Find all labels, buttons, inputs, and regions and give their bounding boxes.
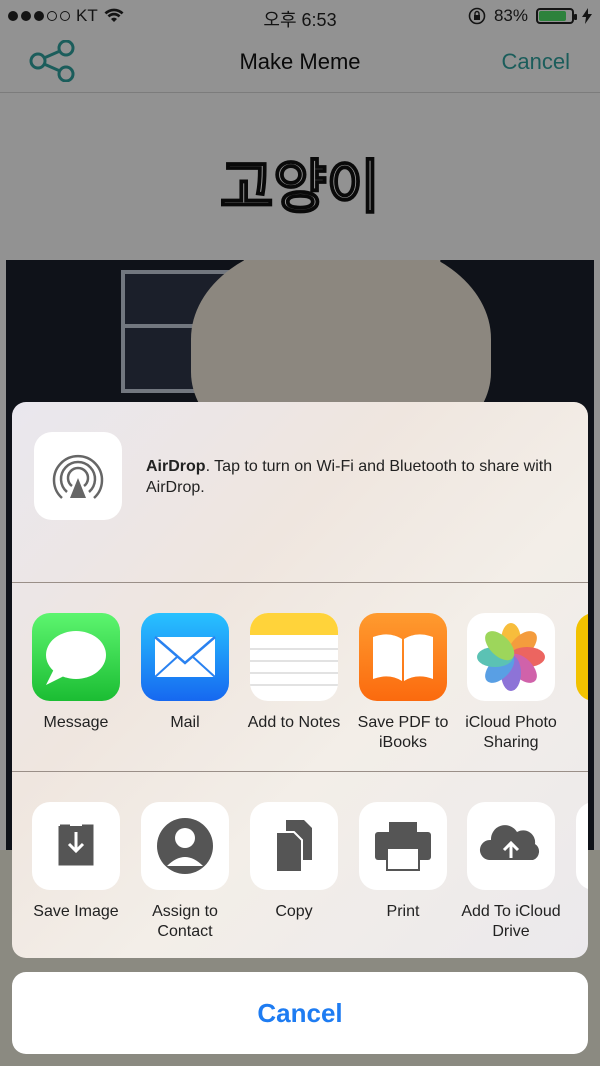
action-label: Copy	[275, 903, 313, 920]
action-label: Assign to Contact	[152, 903, 218, 940]
action-save-image[interactable]: Save Image	[22, 802, 130, 922]
cancel-button-label: Cancel	[257, 998, 343, 1028]
messages-icon[interactable]	[32, 613, 120, 701]
icloud-drive-icon[interactable]	[467, 802, 555, 890]
share-app-icloud-photos[interactable]: iCloud Photo Sharing	[457, 613, 565, 753]
print-icon[interactable]	[359, 802, 447, 890]
share-app-mail[interactable]: Mail	[131, 613, 239, 733]
airdrop-message: . Tap to turn on Wi-Fi and Bluetooth to …	[146, 458, 553, 496]
partial-app-icon[interactable]	[576, 613, 588, 701]
airdrop-section[interactable]: AirDrop. Tap to turn on Wi-Fi and Blueto…	[12, 402, 588, 583]
action-label: Add To iCloud Drive	[461, 903, 561, 940]
action-icloud-drive[interactable]: Add To iCloud Drive	[457, 802, 565, 942]
action-copy[interactable]: Copy	[240, 802, 348, 922]
copy-icon[interactable]	[250, 802, 338, 890]
share-actions-row: Save Image Assign to Contact Copy Print …	[12, 772, 588, 958]
cancel-button[interactable]: Cancel	[12, 972, 588, 1054]
share-app-label: Message	[43, 714, 109, 731]
notes-icon[interactable]	[250, 613, 338, 701]
action-label: Print	[386, 903, 420, 920]
share-app-partial[interactable]: K	[566, 613, 588, 733]
save-image-icon[interactable]	[32, 802, 120, 890]
share-apps-row: Message Mail Add to Notes Save PDF to iB…	[12, 583, 588, 772]
airdrop-title: AirDrop	[146, 458, 206, 475]
assign-contact-icon[interactable]	[141, 802, 229, 890]
mail-icon[interactable]	[141, 613, 229, 701]
share-app-label: K	[566, 713, 588, 733]
share-app-message[interactable]: Message	[22, 613, 130, 733]
action-label: Save Image	[33, 903, 119, 920]
airdrop-icon[interactable]	[34, 432, 122, 520]
action-assign-contact[interactable]: Assign to Contact	[131, 802, 239, 942]
action-partial[interactable]	[566, 802, 588, 890]
action-print[interactable]: Print	[349, 802, 457, 922]
ibooks-icon[interactable]	[359, 613, 447, 701]
share-app-label: Mail	[170, 714, 200, 731]
photos-icon[interactable]	[467, 613, 555, 701]
share-app-label: Save PDF to iBooks	[357, 714, 449, 751]
share-app-ibooks[interactable]: Save PDF to iBooks	[349, 613, 457, 753]
share-sheet: AirDrop. Tap to turn on Wi-Fi and Blueto…	[12, 402, 588, 958]
airdrop-description: AirDrop. Tap to turn on Wi-Fi and Blueto…	[146, 456, 566, 498]
airdrop-rings	[52, 454, 104, 499]
partial-action-icon[interactable]	[576, 802, 588, 890]
share-app-label: iCloud Photo Sharing	[465, 714, 557, 751]
share-app-notes[interactable]: Add to Notes	[240, 613, 348, 733]
share-app-label: Add to Notes	[247, 714, 341, 731]
